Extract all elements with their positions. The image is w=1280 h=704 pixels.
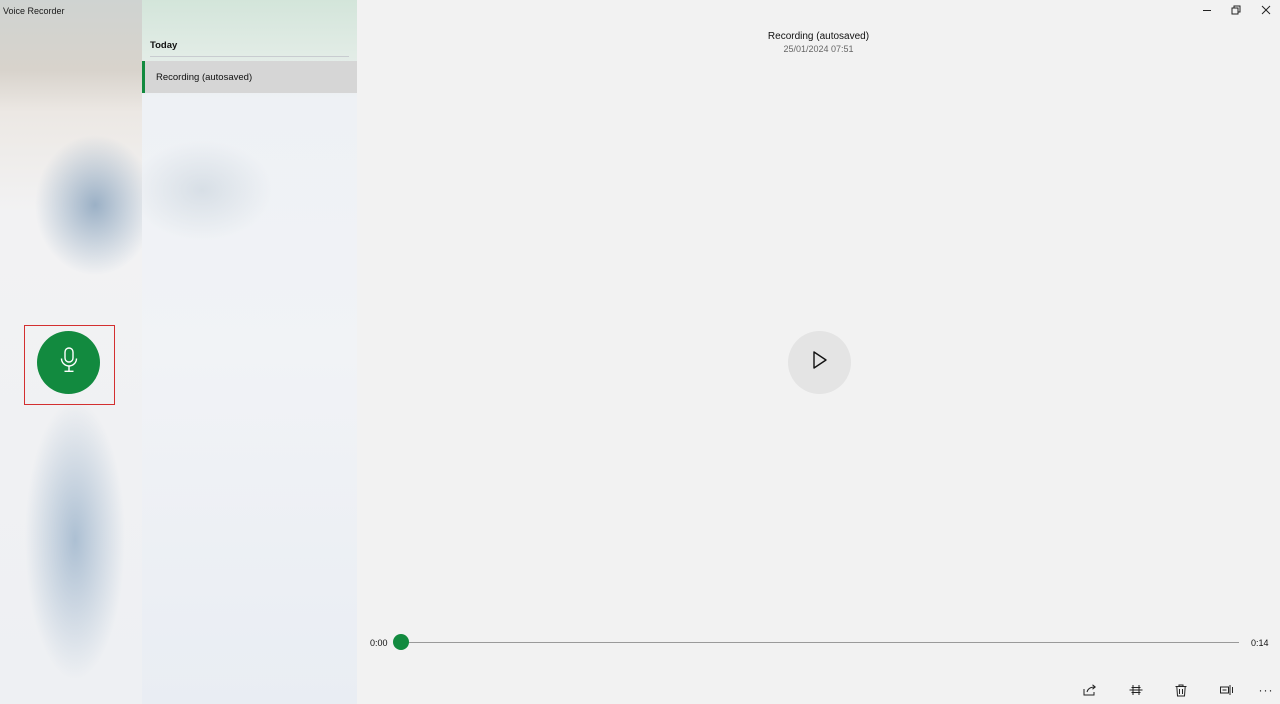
recording-item-label: Recording (autosaved) (156, 72, 253, 83)
delete-button[interactable] (1171, 681, 1191, 699)
playback-pane: Recording (autosaved) 25/01/2024 07:51 0… (357, 0, 1280, 704)
microphone-icon (58, 347, 80, 378)
record-button[interactable] (37, 331, 100, 394)
recording-date: 25/01/2024 07:51 (783, 44, 854, 54)
restore-icon (1231, 2, 1241, 20)
more-icon: ··· (1258, 683, 1274, 697)
restore-button[interactable] (1229, 4, 1243, 18)
play-icon (811, 350, 829, 375)
record-pane: Voice Recorder (0, 0, 142, 704)
recording-title: Recording (autosaved) (767, 31, 870, 42)
play-button[interactable] (788, 331, 851, 394)
minimize-icon (1202, 2, 1212, 20)
recording-list-item[interactable]: Recording (autosaved) (142, 61, 357, 93)
minimize-button[interactable] (1200, 4, 1214, 18)
markers-icon (1220, 684, 1234, 696)
share-button[interactable] (1080, 681, 1100, 699)
trim-button[interactable] (1126, 681, 1146, 699)
group-divider (150, 56, 349, 57)
delete-icon (1175, 684, 1187, 697)
app-title: Voice Recorder (3, 6, 65, 16)
recordings-list-pane: Today Recording (autosaved) (142, 0, 357, 704)
seek-bar[interactable] (393, 634, 1239, 650)
trim-icon (1129, 684, 1143, 696)
close-icon (1261, 2, 1271, 20)
group-header-today: Today (150, 40, 178, 51)
total-duration: 0:14 (1251, 638, 1269, 648)
current-time: 0:00 (370, 638, 388, 648)
more-button[interactable]: ··· (1256, 681, 1276, 699)
share-icon (1083, 684, 1097, 696)
close-button[interactable] (1259, 4, 1273, 18)
seek-thumb[interactable] (393, 634, 409, 650)
markers-button[interactable] (1217, 681, 1237, 699)
